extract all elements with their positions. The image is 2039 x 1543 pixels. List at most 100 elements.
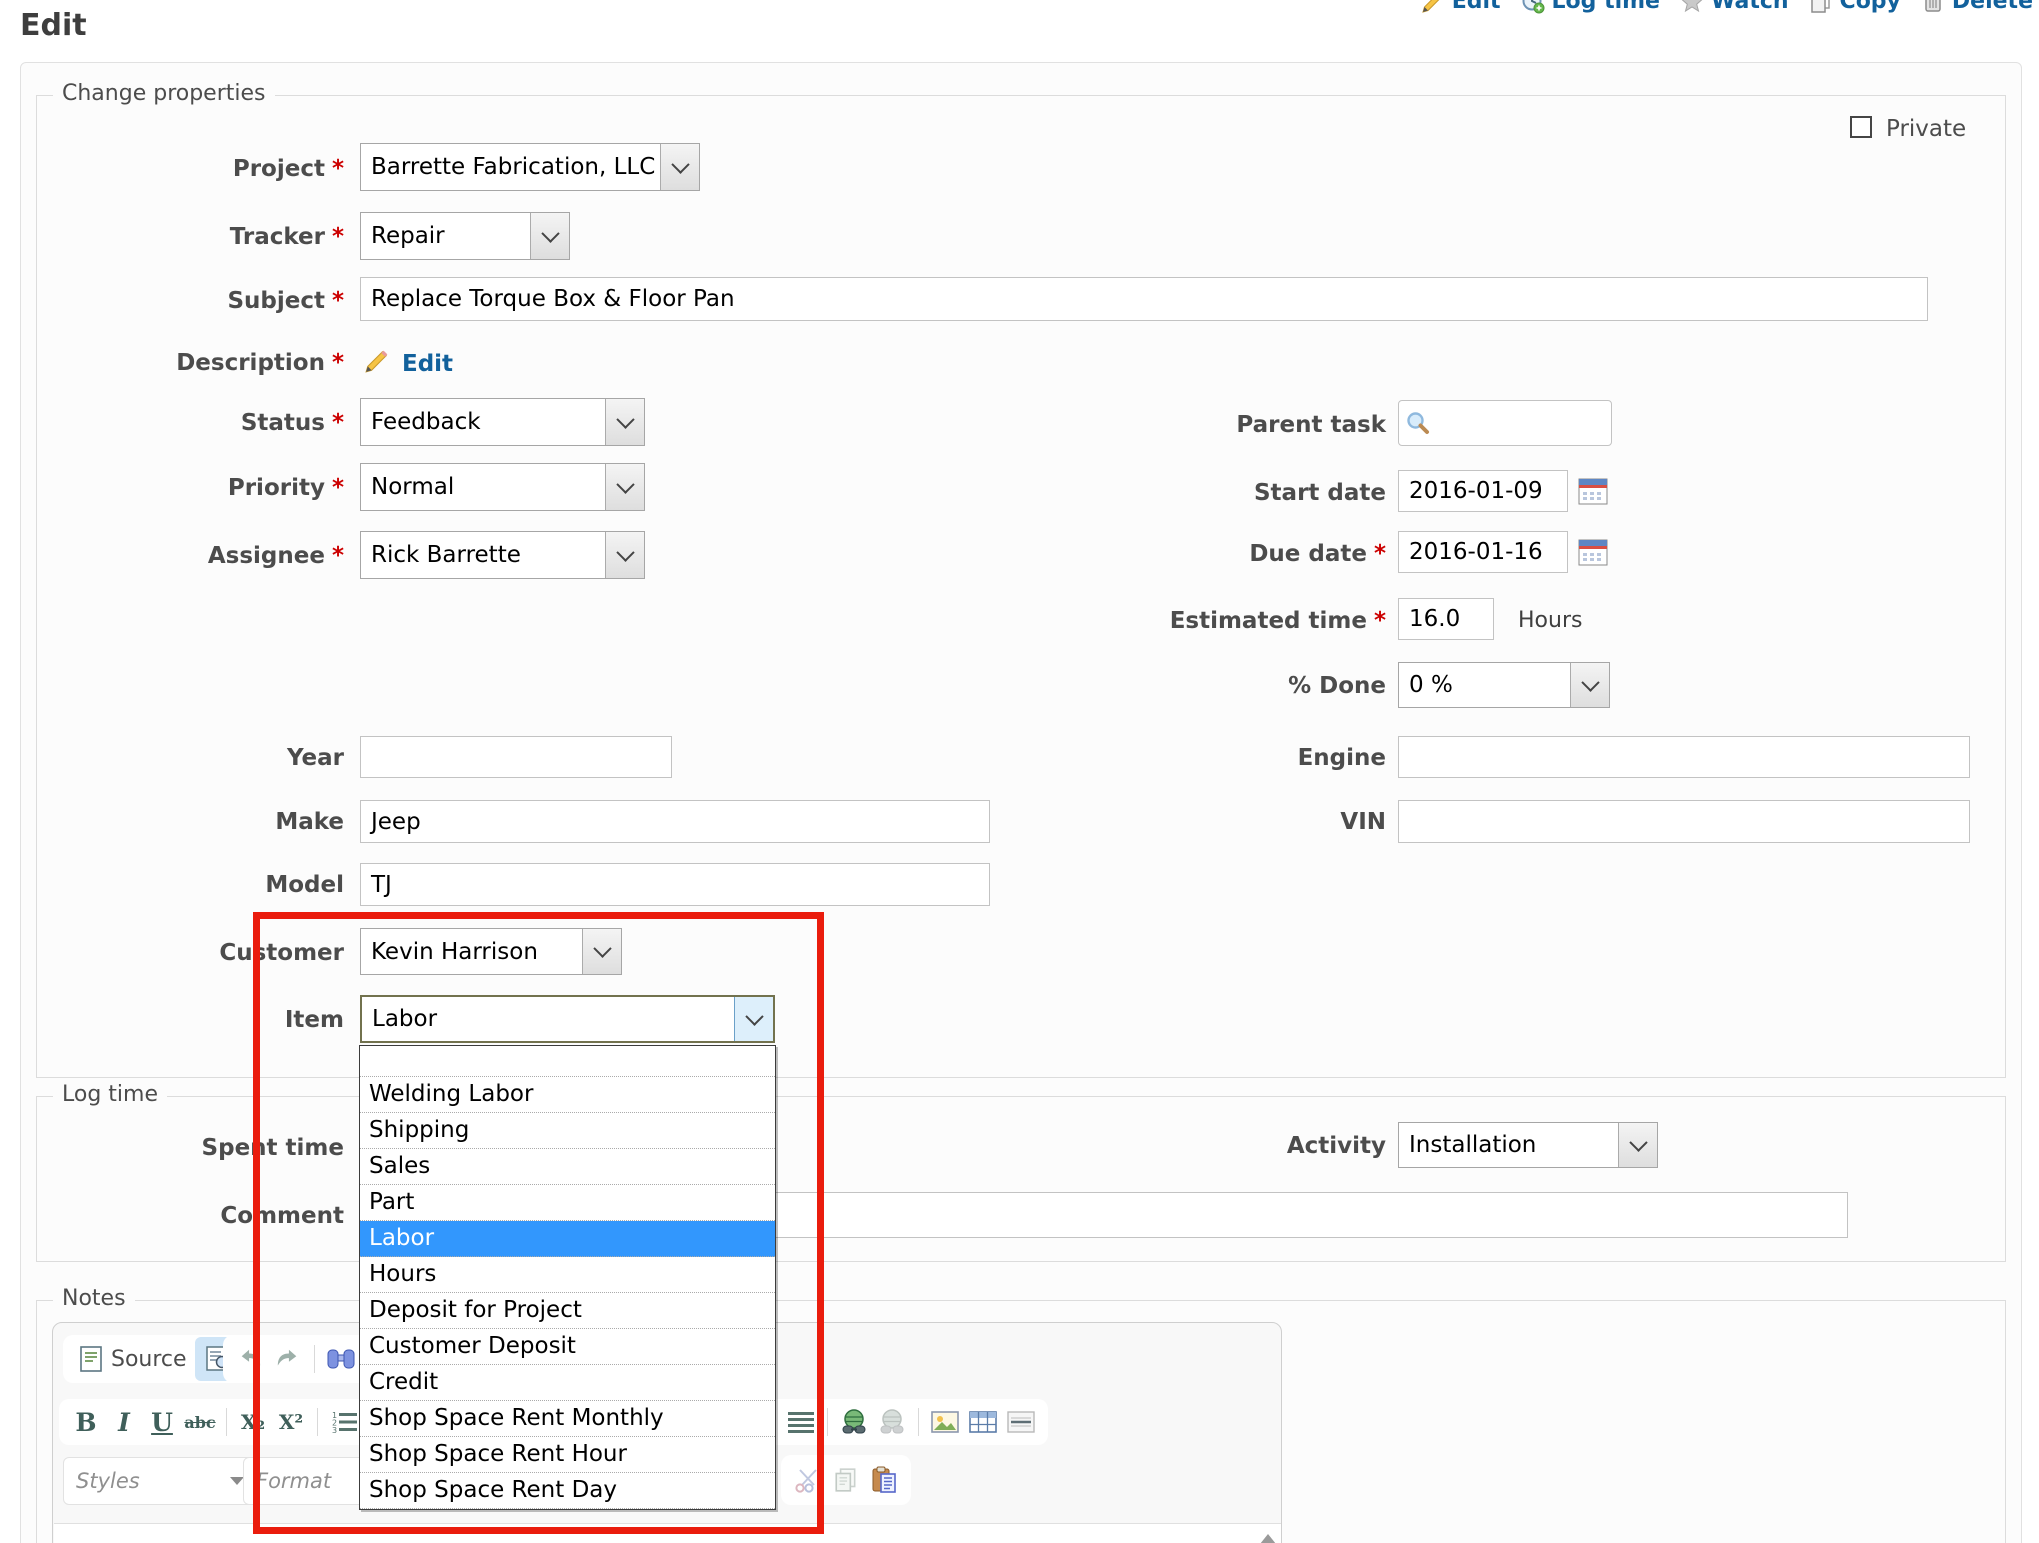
chevron-down-icon — [605, 399, 644, 445]
chevron-down-icon — [734, 997, 773, 1041]
dropdown-option[interactable]: Customer Deposit — [360, 1329, 775, 1365]
due-date-input[interactable]: 2016-01-16 — [1398, 531, 1568, 573]
start-date-input[interactable]: 2016-01-09 — [1398, 470, 1568, 512]
dropdown-option[interactable]: Credit — [360, 1365, 775, 1401]
make-input[interactable]: Jeep — [360, 800, 990, 843]
find-button[interactable] — [322, 1338, 360, 1380]
dropdown-option[interactable]: Deposit for Project — [360, 1293, 775, 1329]
item-select[interactable]: Labor — [360, 995, 775, 1043]
chevron-down-icon — [582, 929, 621, 974]
dropdown-option[interactable] — [360, 1046, 775, 1077]
chevron-down-icon — [1618, 1123, 1657, 1167]
cut-button[interactable] — [789, 1459, 827, 1501]
copy-button[interactable] — [827, 1459, 865, 1501]
priority-label: Priority* — [44, 475, 344, 501]
assignee-select[interactable]: Rick Barrette — [360, 531, 645, 579]
vin-input[interactable] — [1398, 800, 1970, 843]
insert-table-button[interactable] — [964, 1401, 1002, 1443]
justify-block-button[interactable] — [782, 1401, 820, 1443]
horizontal-rule-button[interactable] — [1002, 1401, 1040, 1443]
comment-label: Comment — [44, 1203, 344, 1229]
dropdown-option[interactable]: Shop Space Rent Hour — [360, 1437, 775, 1473]
superscript-button[interactable]: X² — [272, 1401, 310, 1443]
item-dropdown-list: Welding Labor Shipping Sales Part Labor … — [359, 1045, 776, 1510]
dropdown-option[interactable]: Shop Space Rent Day — [360, 1473, 775, 1509]
horizontal-rule-icon — [1007, 1411, 1035, 1433]
dropdown-option[interactable]: Part — [360, 1185, 775, 1221]
private-checkbox[interactable] — [1850, 116, 1872, 138]
dropdown-option[interactable]: Shop Space Rent Monthly — [360, 1401, 775, 1437]
log-time-action-link[interactable]: Log time — [1521, 0, 1660, 14]
engine-input[interactable] — [1398, 736, 1970, 778]
source-document-icon — [79, 1345, 103, 1373]
status-label: Status* — [44, 410, 344, 436]
table-icon — [969, 1411, 997, 1433]
watch-action-link[interactable]: Watch — [1680, 0, 1789, 14]
numbered-list-button[interactable]: 123 — [325, 1401, 363, 1443]
vin-label: VIN — [1056, 809, 1386, 835]
tracker-select[interactable]: Repair — [360, 212, 570, 260]
customer-select[interactable]: Kevin Harrison — [360, 928, 622, 975]
dropdown-option[interactable]: Welding Labor — [360, 1077, 775, 1113]
scrollbar-up-arrow[interactable] — [1260, 1534, 1276, 1543]
unlink-globe-icon — [877, 1409, 907, 1435]
change-properties-legend: Change properties — [53, 81, 275, 106]
copy-pages-icon — [833, 1467, 859, 1493]
model-input[interactable]: TJ — [360, 863, 990, 906]
calendar-icon[interactable] — [1578, 477, 1608, 505]
italic-button[interactable]: I — [105, 1401, 143, 1443]
strikethrough-button[interactable]: abc — [181, 1401, 219, 1443]
source-button[interactable]: Source — [71, 1345, 195, 1373]
priority-select[interactable]: Normal — [360, 463, 645, 511]
parent-task-input[interactable] — [1398, 400, 1612, 446]
copy-action-link[interactable]: Copy — [1809, 0, 1901, 14]
subscript-button[interactable]: X₂ — [234, 1401, 272, 1443]
paste-button[interactable] — [865, 1459, 903, 1501]
parent-task-label: Parent task — [1056, 412, 1386, 438]
link-button[interactable] — [835, 1401, 873, 1443]
percent-done-select[interactable]: 0 % — [1398, 662, 1610, 708]
spent-time-label: Spent time — [44, 1135, 344, 1161]
copy-icon — [1809, 0, 1833, 14]
due-date-label: Due date* — [1056, 541, 1386, 567]
edit-action-link[interactable]: Edit — [1421, 0, 1501, 14]
tracker-label: Tracker* — [44, 224, 344, 250]
activity-select[interactable]: Installation — [1398, 1122, 1658, 1168]
notes-legend: Notes — [53, 1286, 135, 1311]
make-label: Make — [44, 809, 344, 835]
estimated-time-input[interactable]: 16.0 — [1398, 598, 1494, 640]
page-title: Edit — [20, 8, 87, 43]
dropdown-option[interactable]: Sales — [360, 1149, 775, 1185]
insert-image-button[interactable] — [926, 1401, 964, 1443]
delete-action-link[interactable]: Delete — [1921, 0, 2033, 14]
redo-button[interactable] — [269, 1338, 307, 1380]
status-select[interactable]: Feedback — [360, 398, 645, 446]
subject-input[interactable]: Replace Torque Box & Floor Pan — [360, 277, 1928, 321]
pencil-icon — [1421, 0, 1445, 14]
pencil-icon — [364, 348, 390, 374]
estimated-time-label: Estimated time* — [1056, 608, 1386, 634]
percent-done-label: % Done — [1056, 673, 1386, 699]
editor-content-area[interactable] — [54, 1523, 1281, 1543]
estimated-time-suffix: Hours — [1518, 608, 1582, 633]
dropdown-option[interactable]: Hours — [360, 1257, 775, 1293]
triangle-down-icon — [230, 1477, 244, 1485]
paste-clipboard-icon — [870, 1466, 898, 1494]
calendar-icon[interactable] — [1578, 538, 1608, 566]
description-edit-link[interactable]: Edit — [402, 351, 453, 377]
basic-styles-toolbar-group: B I U abc X₂ X² 123 — [59, 1399, 371, 1445]
project-select[interactable]: Barrette Fabrication, LLC — [360, 143, 700, 191]
image-icon — [931, 1411, 959, 1433]
undo-button[interactable] — [231, 1338, 269, 1380]
unlink-button[interactable] — [873, 1401, 911, 1443]
insert-toolbar-group — [736, 1399, 1048, 1445]
dropdown-option[interactable]: Shipping — [360, 1113, 775, 1149]
dropdown-option-selected[interactable]: Labor — [360, 1221, 775, 1257]
year-input[interactable] — [360, 736, 672, 778]
underline-button[interactable]: U — [143, 1401, 181, 1443]
project-label: Project* — [44, 156, 344, 182]
styles-combo[interactable]: Styles — [63, 1457, 257, 1505]
bold-button[interactable]: B — [67, 1401, 105, 1443]
justify-block-icon — [788, 1411, 814, 1433]
clipboard-toolbar-group — [781, 1455, 911, 1505]
